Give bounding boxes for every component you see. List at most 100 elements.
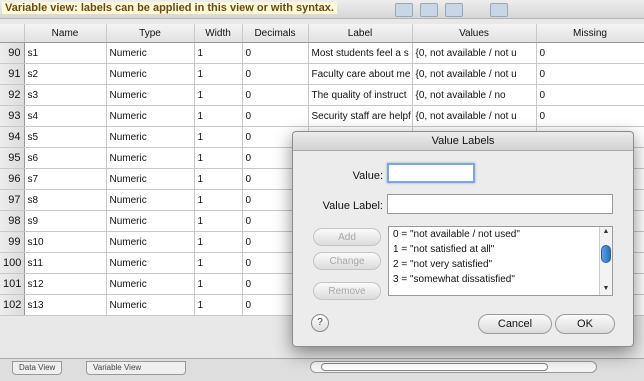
- cell-values[interactable]: {0, not available / no: [412, 84, 537, 106]
- cell-decimals[interactable]: 0: [242, 63, 309, 85]
- cell-width[interactable]: 1: [194, 231, 243, 253]
- cell-name[interactable]: s12: [24, 273, 107, 295]
- cell-name[interactable]: s8: [24, 189, 107, 211]
- row-number[interactable]: 101: [0, 273, 25, 295]
- cancel-button[interactable]: Cancel: [478, 314, 552, 334]
- row-number[interactable]: 97: [0, 189, 25, 211]
- list-item[interactable]: 2 = "not very satisfied": [389, 257, 612, 272]
- cell-type[interactable]: Numeric: [106, 210, 195, 232]
- cell-name[interactable]: s4: [24, 105, 107, 127]
- cell-type[interactable]: Numeric: [106, 189, 195, 211]
- cell-width[interactable]: 1: [194, 42, 243, 64]
- cell-type[interactable]: Numeric: [106, 231, 195, 253]
- ok-button[interactable]: OK: [555, 314, 615, 334]
- cell-width[interactable]: 1: [194, 126, 243, 148]
- cell-name[interactable]: s11: [24, 252, 107, 274]
- add-button[interactable]: Add: [313, 228, 381, 246]
- row-number[interactable]: 98: [0, 210, 25, 232]
- cell-name[interactable]: s7: [24, 168, 107, 190]
- cell-label[interactable]: Most students feel a s: [308, 42, 413, 64]
- list-item[interactable]: 1 = "not satisfied at all": [389, 242, 612, 257]
- cell-name[interactable]: s13: [24, 294, 107, 316]
- table-row[interactable]: 93 s4 Numeric 1 0 Security staff are helpf {0,…: [0, 105, 644, 127]
- cell-width[interactable]: 1: [194, 294, 243, 316]
- table-row[interactable]: 92 s3 Numeric 1 0 The quality of instruct {0, …: [0, 84, 644, 106]
- cell-width[interactable]: 1: [194, 252, 243, 274]
- toolbar-icon[interactable]: [490, 3, 508, 17]
- cell-type[interactable]: Numeric: [106, 105, 195, 127]
- question-mark-icon[interactable]: ?: [311, 314, 329, 332]
- tab-data-view[interactable]: Data View: [12, 361, 63, 375]
- table-row[interactable]: 90 s1 Numeric 1 0 Most students feel a s {0, n…: [0, 42, 644, 64]
- table-row[interactable]: 91 s2 Numeric 1 0 Faculty care about me {0, no…: [0, 63, 644, 85]
- column-header[interactable]: Type: [106, 24, 195, 43]
- cell-missing[interactable]: 0: [536, 63, 644, 85]
- column-header[interactable]: Values: [412, 24, 537, 43]
- cell-decimals[interactable]: 0: [242, 105, 309, 127]
- cell-name[interactable]: s9: [24, 210, 107, 232]
- toolbar-icon[interactable]: [420, 3, 438, 17]
- cell-width[interactable]: 1: [194, 189, 243, 211]
- list-item[interactable]: 3 = "somewhat dissatisfied": [389, 272, 612, 287]
- cell-values[interactable]: {0, not available / not u: [412, 63, 537, 85]
- horizontal-scrollbar[interactable]: [310, 361, 597, 373]
- column-header[interactable]: Label: [308, 24, 413, 43]
- value-label-input[interactable]: [387, 194, 613, 214]
- cell-label[interactable]: The quality of instruct: [308, 84, 413, 106]
- cell-type[interactable]: Numeric: [106, 273, 195, 295]
- cell-name[interactable]: s10: [24, 231, 107, 253]
- cell-type[interactable]: Numeric: [106, 168, 195, 190]
- cell-name[interactable]: s2: [24, 63, 107, 85]
- cell-missing[interactable]: 0: [536, 42, 644, 64]
- cell-type[interactable]: Numeric: [106, 147, 195, 169]
- cell-type[interactable]: Numeric: [106, 42, 195, 64]
- cell-missing[interactable]: 0: [536, 105, 644, 127]
- horizontal-scroll-thumb[interactable]: [321, 363, 548, 371]
- row-number[interactable]: 100: [0, 252, 25, 274]
- column-header[interactable]: Missing: [536, 24, 644, 43]
- row-number[interactable]: 90: [0, 42, 25, 64]
- column-header[interactable]: Name: [24, 24, 107, 43]
- cell-width[interactable]: 1: [194, 63, 243, 85]
- cell-name[interactable]: s3: [24, 84, 107, 106]
- row-number[interactable]: 95: [0, 147, 25, 169]
- cell-name[interactable]: s6: [24, 147, 107, 169]
- cell-type[interactable]: Numeric: [106, 252, 195, 274]
- change-button[interactable]: Change: [313, 252, 381, 270]
- cell-type[interactable]: Numeric: [106, 294, 195, 316]
- row-number[interactable]: 99: [0, 231, 25, 253]
- row-number[interactable]: 91: [0, 63, 25, 85]
- row-number[interactable]: 92: [0, 84, 25, 106]
- cell-type[interactable]: Numeric: [106, 63, 195, 85]
- cell-values[interactable]: {0, not available / not u: [412, 105, 537, 127]
- cell-name[interactable]: s5: [24, 126, 107, 148]
- remove-button[interactable]: Remove: [313, 282, 381, 300]
- vertical-scrollbar[interactable]: ▲ ▼: [599, 227, 612, 295]
- cell-label[interactable]: Faculty care about me: [308, 63, 413, 85]
- row-number[interactable]: 102: [0, 294, 25, 316]
- cell-width[interactable]: 1: [194, 168, 243, 190]
- vertical-scroll-thumb[interactable]: [601, 245, 611, 263]
- cell-name[interactable]: s1: [24, 42, 107, 64]
- cell-width[interactable]: 1: [194, 105, 243, 127]
- scroll-up-arrow-icon[interactable]: ▲: [600, 227, 612, 236]
- column-header[interactable]: Decimals: [242, 24, 309, 43]
- tab-variable-view[interactable]: Variable View: [86, 361, 186, 375]
- value-input[interactable]: [387, 163, 475, 183]
- cell-width[interactable]: 1: [194, 84, 243, 106]
- cell-type[interactable]: Numeric: [106, 126, 195, 148]
- toolbar-icon[interactable]: [445, 3, 463, 17]
- scroll-down-arrow-icon[interactable]: ▼: [600, 284, 612, 293]
- cell-width[interactable]: 1: [194, 273, 243, 295]
- cell-values[interactable]: {0, not available / not u: [412, 42, 537, 64]
- row-number[interactable]: 93: [0, 105, 25, 127]
- cell-width[interactable]: 1: [194, 210, 243, 232]
- list-item[interactable]: 0 = "not available / not used": [389, 227, 612, 242]
- cell-label[interactable]: Security staff are helpf: [308, 105, 413, 127]
- row-number[interactable]: 94: [0, 126, 25, 148]
- cell-decimals[interactable]: 0: [242, 84, 309, 106]
- cell-type[interactable]: Numeric: [106, 84, 195, 106]
- row-number[interactable]: 96: [0, 168, 25, 190]
- cell-missing[interactable]: 0: [536, 84, 644, 106]
- column-header[interactable]: Width: [194, 24, 243, 43]
